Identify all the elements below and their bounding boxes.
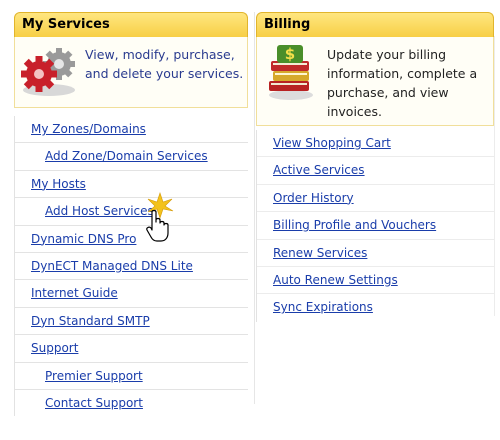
menu-item-dynamic-dns-pro[interactable]: Dynamic DNS Pro <box>15 226 248 253</box>
billing-menu: View Shopping Cart Active Services Order… <box>256 130 494 322</box>
dollar-books-icon: $ <box>265 43 317 106</box>
menu-item-support[interactable]: Support <box>15 335 248 363</box>
menu-link[interactable]: My Zones/Domains <box>31 122 146 136</box>
menu-link[interactable]: Dyn Standard SMTP <box>31 314 150 328</box>
services-intro-text: View, modify, purchase, and delete your … <box>85 47 244 81</box>
menu-link[interactable]: Active Services <box>273 163 365 177</box>
menu-link[interactable]: Billing Profile and Vouchers <box>273 218 436 232</box>
hand-pointer-icon <box>138 192 182 246</box>
services-menu: My Zones/Domains Add Zone/Domain Service… <box>14 116 248 416</box>
gears-icon <box>19 42 79 103</box>
menu-item-active-services[interactable]: Active Services <box>257 157 494 185</box>
menu-item-premier-support[interactable]: Premier Support <box>15 363 248 390</box>
svg-text:$: $ <box>285 45 295 63</box>
menu-link[interactable]: Dynamic DNS Pro <box>31 232 136 246</box>
column-divider <box>254 12 255 404</box>
menu-item-order-history[interactable]: Order History <box>257 185 494 213</box>
billing-panel: Billing $ Update your billing informatio… <box>256 12 494 322</box>
menu-link[interactable]: Internet Guide <box>31 286 118 300</box>
menu-item-view-shopping-cart[interactable]: View Shopping Cart <box>257 130 494 158</box>
menu-item-billing-profile-and-vouchers[interactable]: Billing Profile and Vouchers <box>257 212 494 240</box>
billing-panel-title: Billing <box>256 12 494 37</box>
menu-link[interactable]: Premier Support <box>45 369 143 383</box>
menu-link[interactable]: Sync Expirations <box>273 300 373 314</box>
menu-item-dyn-standard-smtp[interactable]: Dyn Standard SMTP <box>15 308 248 336</box>
menu-link[interactable]: Renew Services <box>273 246 367 260</box>
menu-item-renew-services[interactable]: Renew Services <box>257 240 494 267</box>
billing-intro-text: Update your billing information, complet… <box>327 47 478 119</box>
menu-item-dynect-managed-dns-lite[interactable]: DynECT Managed DNS Lite <box>15 253 248 281</box>
services-panel: My Services View, modify, purchase, and … <box>14 12 248 416</box>
billing-intro: $ Update your billing information, compl… <box>256 37 494 126</box>
menu-link[interactable]: Order History <box>273 191 354 205</box>
menu-item-auto-renew-settings[interactable]: Auto Renew Settings <box>257 267 494 295</box>
column-divider-right <box>494 36 495 316</box>
menu-link[interactable]: View Shopping Cart <box>273 136 391 150</box>
menu-item-contact-support[interactable]: Contact Support <box>15 390 248 417</box>
menu-link[interactable]: Add Zone/Domain Services <box>45 149 208 163</box>
menu-item-my-hosts[interactable]: My Hosts <box>15 171 248 199</box>
menu-item-internet-guide[interactable]: Internet Guide <box>15 280 248 308</box>
menu-link[interactable]: Auto Renew Settings <box>273 273 398 287</box>
menu-item-add-zone-domain-services[interactable]: Add Zone/Domain Services <box>15 143 248 171</box>
menu-link[interactable]: Support <box>31 341 78 355</box>
menu-link[interactable]: My Hosts <box>31 177 86 191</box>
menu-item-sync-expirations[interactable]: Sync Expirations <box>257 294 494 321</box>
services-intro: View, modify, purchase, and delete your … <box>14 37 248 108</box>
menu-link[interactable]: DynECT Managed DNS Lite <box>31 259 193 273</box>
menu-item-my-zones-domains[interactable]: My Zones/Domains <box>15 116 248 144</box>
menu-item-add-host-services[interactable]: Add Host Services <box>15 198 248 226</box>
menu-link[interactable]: Contact Support <box>45 396 143 410</box>
services-panel-title: My Services <box>14 12 248 37</box>
